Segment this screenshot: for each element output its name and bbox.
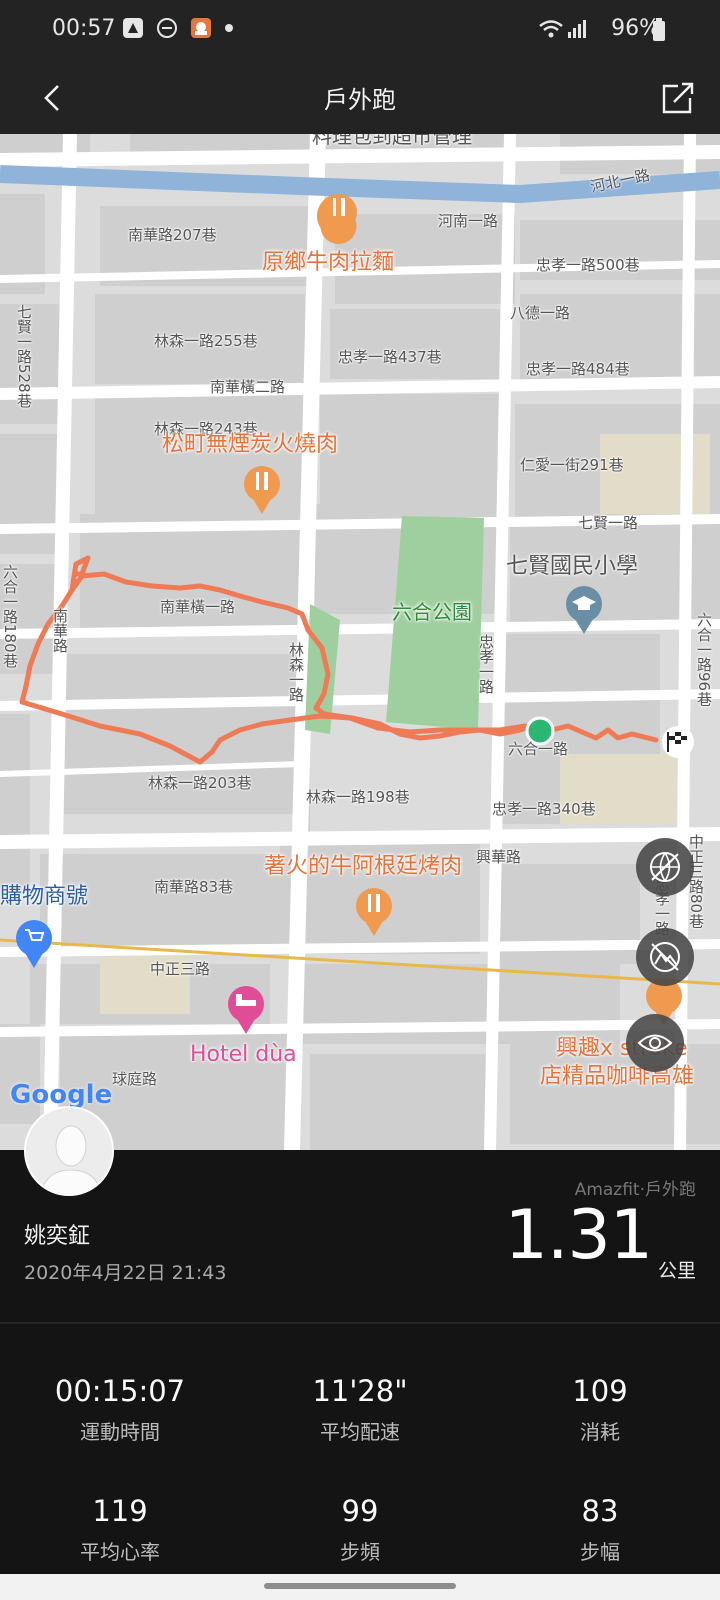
eye-icon — [637, 1034, 673, 1052]
stat-label: 運動時間 — [80, 1420, 160, 1444]
stat-stride: 83 步幅 — [480, 1494, 720, 1565]
dot-icon — [225, 24, 233, 32]
stat-value: 00:15:07 — [54, 1374, 186, 1408]
map-road-label: 林森一路 — [287, 642, 305, 702]
stat-value: 11'28" — [312, 1374, 408, 1408]
stat-calories: 109 消耗 — [480, 1374, 720, 1445]
status-icons — [122, 17, 234, 39]
stat-value: 119 — [92, 1494, 148, 1528]
stat-label: 消耗 — [580, 1420, 620, 1444]
map-road-label: 七賢一路528巷 — [15, 304, 33, 408]
map-road-label: 南華橫二路 — [210, 378, 286, 396]
map-poi-label: 著火的牛阿根廷烤肉 — [264, 854, 463, 879]
workout-date: 2020年4月22日 21:43 — [24, 1262, 227, 1284]
map-road-label: 林森一路255巷 — [154, 332, 258, 350]
map-poi-label: Hotel dùa — [190, 1042, 297, 1067]
visibility-button[interactable] — [626, 1014, 684, 1072]
status-bar: 00:57 96% — [0, 0, 720, 62]
route-map[interactable]: 料理包到超市管理 河北一路 河南一路 南華路207巷 忠孝一路500巷 八德一路… — [0, 134, 720, 1150]
map-road-label: 七賢一路 — [578, 514, 639, 532]
google-logo: Google — [10, 1080, 113, 1110]
stats-grid: 00:15:07 運動時間 11'28" 平均配速 109 消耗 119 平均心… — [0, 1324, 720, 1574]
satellite-off-button[interactable] — [636, 838, 694, 896]
map-road-label: 球庭路 — [112, 1070, 158, 1088]
map-road-label: 仁愛一街291巷 — [520, 456, 624, 474]
map-road-label: 河南一路 — [438, 212, 499, 230]
map-road-label: 六合一路 — [508, 740, 569, 758]
home-indicator[interactable] — [264, 1583, 456, 1589]
stat-value: 109 — [572, 1374, 628, 1408]
terrain-off-button[interactable] — [636, 928, 694, 986]
finish-flag-icon — [662, 726, 694, 758]
terrain-off-icon — [650, 942, 680, 972]
shopping-pin-icon — [16, 920, 52, 968]
stat-label: 平均配速 — [320, 1420, 400, 1444]
person-icon — [26, 1108, 112, 1194]
map-road-label: 忠孝一路340巷 — [492, 800, 596, 818]
stat-value: 83 — [581, 1494, 619, 1528]
map-poi-label: 購物商號 — [0, 884, 89, 909]
stat-label: 步幅 — [580, 1540, 620, 1564]
map-poi-label: 七賢國民小學 — [506, 554, 639, 579]
stat-cadence: 99 步頻 — [240, 1494, 480, 1565]
map-road-label: 六合一路180巷 — [1, 564, 19, 668]
map-road-label: 忠孝一路500巷 — [536, 256, 640, 274]
status-time: 00:57 — [52, 16, 116, 41]
map-road-label: 忠孝一路484巷 — [526, 360, 630, 378]
distance-value: 1.31 — [504, 1196, 653, 1275]
map-road-label: 忠孝一路 — [477, 634, 495, 694]
nav-bar: 戶外跑 — [0, 62, 720, 134]
stat-value: 99 — [341, 1494, 379, 1528]
map-road-label: 南華路 — [51, 608, 69, 653]
map-poi-label: 原鄉牛肉拉麵 — [262, 250, 395, 275]
satellite-off-icon — [650, 852, 680, 882]
stat-avg-heart-rate: 119 平均心率 — [0, 1494, 240, 1565]
map-road-label: 南華路83巷 — [154, 878, 234, 896]
map-canvas — [0, 134, 720, 1150]
map-road-label: 南華路207巷 — [128, 226, 217, 244]
map-road-label: 中正三路 — [150, 960, 211, 978]
map-road-label: 林森一路198巷 — [306, 788, 410, 806]
map-poi-label: 松町無煙炭火燒肉 — [162, 432, 339, 457]
app-icon — [123, 18, 143, 38]
wifi-icon — [539, 20, 586, 38]
battery-icon — [653, 18, 665, 41]
map-poi-label: 料理包到超市管理 — [312, 134, 472, 148]
stat-avg-pace: 11'28" 平均配速 — [240, 1374, 480, 1445]
app-icon — [191, 18, 211, 38]
stat-duration: 00:15:07 運動時間 — [0, 1374, 240, 1445]
map-road-label: 南華橫一路 — [160, 598, 236, 616]
page-title: 戶外跑 — [324, 86, 396, 114]
stat-label: 步頻 — [340, 1540, 380, 1564]
avatar[interactable] — [24, 1106, 114, 1196]
gesture-bar — [0, 1574, 720, 1600]
map-road-label: 六合一路96巷 — [695, 612, 713, 707]
map-road-label: 忠孝一路437巷 — [338, 348, 442, 366]
map-road-label: 八德一路 — [510, 304, 571, 322]
stat-label: 平均心率 — [80, 1540, 160, 1564]
do-not-disturb-icon — [157, 18, 177, 38]
user-name: 姚奕鉦 — [24, 1224, 91, 1249]
map-road-label: 林森一路203巷 — [148, 774, 252, 792]
map-poi-label: 六合公園 — [392, 600, 472, 624]
share-icon[interactable] — [654, 74, 698, 122]
distance-unit: 公里 — [657, 1260, 696, 1282]
map-road-label: 興華路 — [476, 848, 522, 866]
